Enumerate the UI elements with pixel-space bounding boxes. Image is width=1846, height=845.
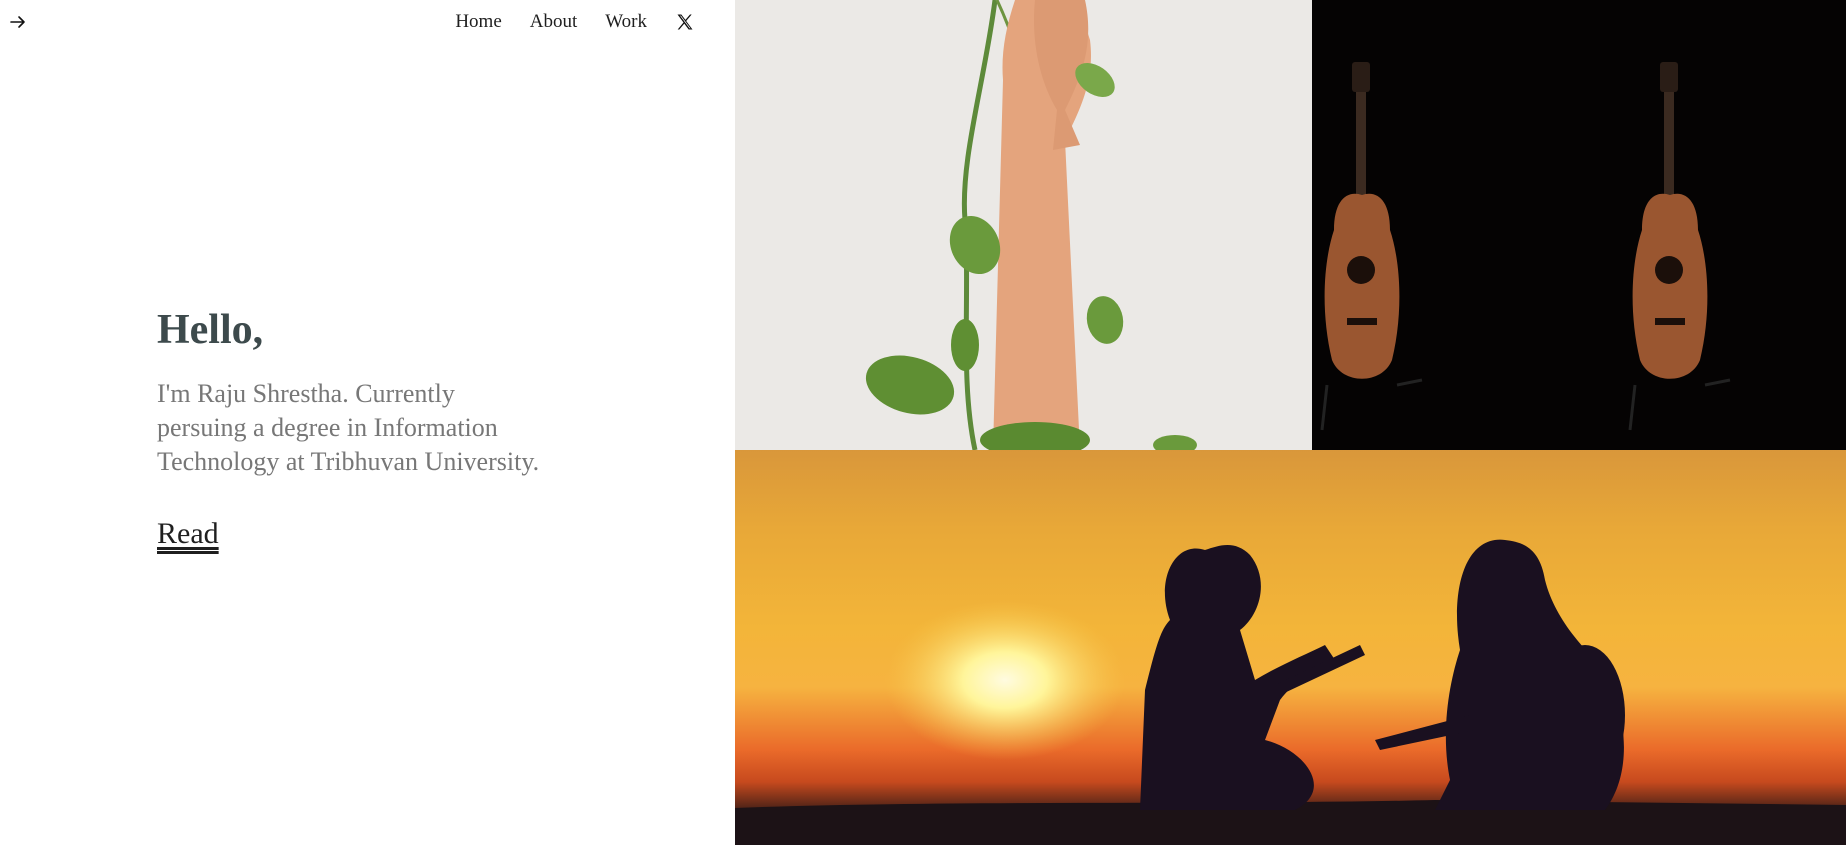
x-logo-icon[interactable] bbox=[675, 12, 695, 32]
left-panel: Home About Work Hello, I'm Raju Shrestha… bbox=[0, 0, 735, 845]
arrow-right-icon[interactable] bbox=[8, 12, 28, 32]
two-guitars-photo bbox=[1312, 0, 1846, 450]
nav-link-about[interactable]: About bbox=[530, 11, 578, 33]
read-link[interactable]: Read bbox=[157, 517, 219, 551]
hero-greeting: Hello, bbox=[157, 307, 264, 353]
main-nav: Home About Work bbox=[455, 11, 695, 33]
hand-with-vine-photo bbox=[735, 0, 1312, 450]
nav-link-work[interactable]: Work bbox=[605, 11, 647, 33]
hero-section: Hello, I'm Raju Shrestha. Currently pers… bbox=[157, 305, 547, 551]
sunset-guitar-players-photo bbox=[735, 450, 1846, 845]
nav-link-home[interactable]: Home bbox=[455, 11, 501, 33]
hero-intro: I'm Raju Shrestha. Currently persuing a … bbox=[157, 379, 540, 477]
